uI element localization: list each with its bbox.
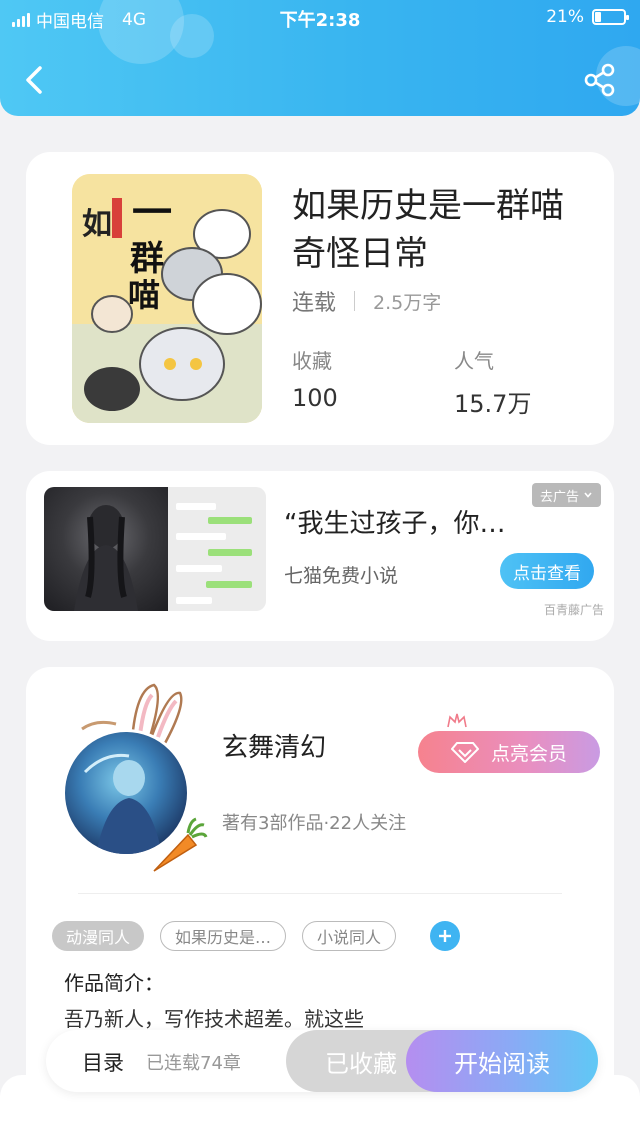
svg-text:群: 群 bbox=[130, 239, 164, 279]
ad-source: 七猫免费小说 bbox=[284, 565, 399, 587]
meta-divider bbox=[354, 291, 356, 311]
bottom-action-bar: 目录 已连载74章 已收藏 开始阅读 bbox=[46, 1030, 598, 1092]
intro-text: 吾乃新人，写作技术超差。就这些 bbox=[64, 1007, 364, 1031]
book-title: 如果历史是一群喵奇怪日常 bbox=[292, 186, 564, 274]
vip-button-label: 点亮会员 bbox=[490, 742, 567, 765]
favorites-stat: 收藏 100 bbox=[292, 345, 338, 412]
back-button[interactable] bbox=[18, 62, 54, 98]
book-info-card: 如 一 群 喵 如果历史是一群喵奇怪日常 连载 2.5万字 收藏 100 人气 … bbox=[26, 152, 614, 445]
add-tag-button[interactable] bbox=[430, 921, 461, 951]
status-bar: 中国电信 4G 下午2:38 21% bbox=[0, 0, 640, 34]
header: 中国电信 4G 下午2:38 21% bbox=[0, 0, 640, 116]
chevron-down-icon bbox=[584, 492, 592, 498]
ad-image-chat bbox=[168, 487, 266, 611]
start-reading-button[interactable]: 开始阅读 bbox=[406, 1030, 598, 1092]
tag-item[interactable]: 小说同人 bbox=[302, 921, 397, 951]
svg-text:喵: 喵 bbox=[128, 276, 160, 314]
book-meta: 连载 2.5万字 bbox=[292, 285, 441, 317]
plus-icon bbox=[439, 930, 452, 942]
favorites-value: 100 bbox=[292, 384, 338, 412]
chapter-count[interactable]: 已连载74章 bbox=[146, 1049, 241, 1075]
intro-label: 作品简介： bbox=[64, 971, 164, 995]
popularity-value: 15.7万 bbox=[454, 390, 532, 418]
book-cover[interactable]: 如 一 群 喵 bbox=[72, 174, 262, 423]
toc-button[interactable]: 目录 bbox=[82, 1047, 124, 1077]
author-avatar-wrap[interactable] bbox=[62, 683, 208, 872]
svg-text:一: 一 bbox=[132, 189, 172, 236]
author-name[interactable]: 玄舞清幻 bbox=[222, 727, 326, 764]
diamond-icon bbox=[450, 742, 479, 763]
favorites-label: 收藏 bbox=[292, 349, 332, 373]
author-info: 著有3部作品·22人关注 bbox=[222, 813, 407, 834]
ad-image-photo bbox=[44, 487, 169, 611]
tag-list: 动漫同人 如果历史是… 小说同人 bbox=[52, 921, 461, 951]
ad-view-button[interactable]: 点击查看 bbox=[500, 553, 594, 589]
ad-provider: 百青藤广告 bbox=[543, 603, 604, 617]
vip-button[interactable]: 点亮会员 bbox=[418, 731, 600, 773]
cover-illustration: 如 一 群 喵 bbox=[72, 174, 262, 423]
chevron-left-icon bbox=[26, 66, 42, 94]
ad-figure bbox=[74, 505, 138, 611]
tag-item[interactable]: 动漫同人 bbox=[52, 921, 145, 951]
carrot-icon bbox=[153, 817, 208, 872]
remove-ad-label: 去广告 bbox=[540, 489, 580, 505]
clock: 下午2:38 bbox=[279, 10, 361, 31]
serial-status: 连载 bbox=[292, 291, 337, 316]
svg-text:如: 如 bbox=[82, 207, 112, 242]
word-count: 2.5万字 bbox=[373, 291, 442, 314]
ad-title[interactable]: “我生过孩子，你… bbox=[284, 503, 505, 540]
popularity-label: 人气 bbox=[454, 349, 494, 373]
ad-image[interactable] bbox=[44, 487, 266, 611]
share-icon bbox=[584, 63, 615, 97]
popularity-stat: 人气 15.7万 bbox=[454, 345, 531, 419]
remove-ad-button[interactable]: 去广告 bbox=[532, 483, 602, 507]
share-button[interactable] bbox=[582, 62, 618, 98]
ad-card[interactable]: “我生过孩子，你… 七猫免费小说 点击查看 去广告 百青藤广告 bbox=[26, 471, 614, 641]
tag-item[interactable]: 如果历史是… bbox=[160, 921, 287, 951]
battery-percent: 21% bbox=[546, 7, 584, 27]
crown-icon bbox=[447, 713, 467, 728]
battery-icon bbox=[592, 9, 629, 25]
divider bbox=[78, 893, 562, 894]
